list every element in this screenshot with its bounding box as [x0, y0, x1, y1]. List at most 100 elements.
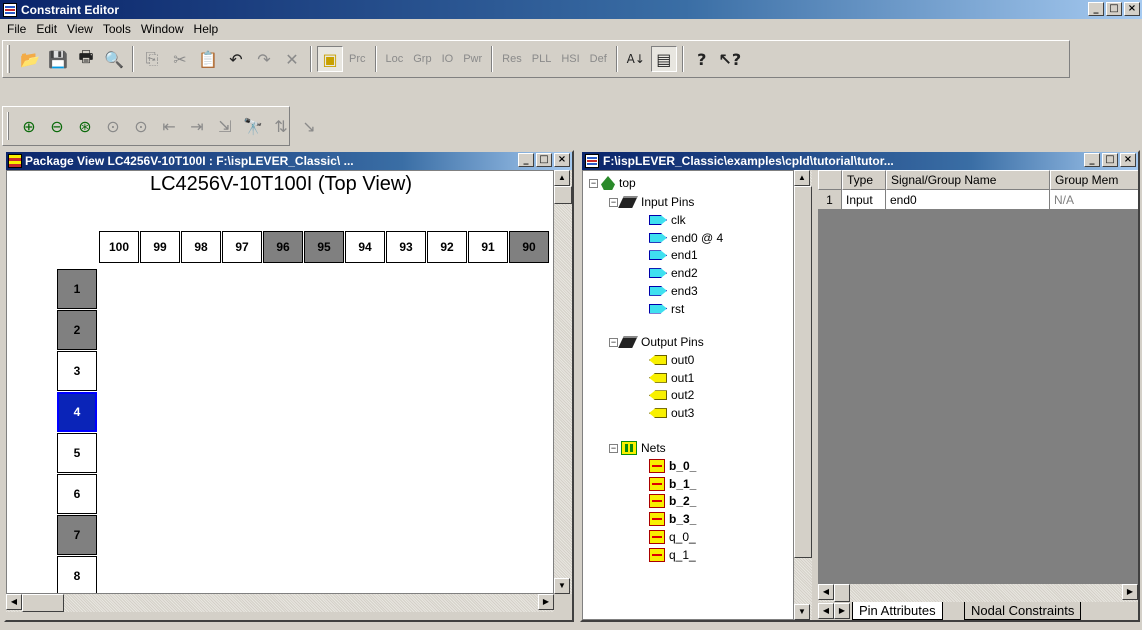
context-help-icon[interactable]: ↖?: [717, 46, 743, 72]
zoom-select-icon[interactable]: ⊙: [128, 113, 154, 139]
tree-item[interactable]: out2: [649, 386, 694, 404]
tree-item[interactable]: out3: [649, 404, 694, 422]
package-pin[interactable]: 97: [222, 231, 262, 263]
package-hscrollbar[interactable]: ◀ ▶: [6, 594, 554, 612]
package-pin[interactable]: 4: [57, 392, 97, 432]
pan-icon[interactable]: ⇲: [212, 113, 238, 139]
resize-grip[interactable]: [554, 594, 572, 612]
tree-item[interactable]: end0 @ 4: [649, 229, 723, 247]
scroll-thumb[interactable]: [834, 584, 850, 602]
scroll-down-arrow[interactable]: ▼: [554, 578, 570, 594]
maximize-button[interactable]: □: [536, 153, 552, 167]
scroll-up-arrow[interactable]: ▲: [794, 170, 810, 186]
assign-icon[interactable]: ⇅: [268, 113, 294, 139]
signal-tree[interactable]: − top − Input Pins clk end0 @ 4 end1 end2 en…: [582, 170, 794, 620]
tree-vscrollbar[interactable]: ▲ ▼: [794, 170, 812, 620]
grid-column-header[interactable]: Group Mem: [1050, 170, 1138, 190]
tree-output-pins[interactable]: − Output Pins: [609, 333, 704, 351]
grp-button[interactable]: Grp: [408, 53, 436, 65]
hsi-button[interactable]: HSI: [556, 53, 584, 65]
prev-pin-icon[interactable]: ⇤: [156, 113, 182, 139]
zoom-out-icon[interactable]: ⊖: [44, 113, 70, 139]
package-pin[interactable]: 8: [57, 556, 97, 593]
tree-item[interactable]: end2: [649, 264, 698, 282]
zoom-in-icon[interactable]: ⊕: [16, 113, 42, 139]
scroll-left-arrow[interactable]: ◀: [818, 584, 834, 600]
package-pin[interactable]: 3: [57, 351, 97, 391]
package-pin[interactable]: 91: [468, 231, 508, 263]
package-pin[interactable]: 95: [304, 231, 344, 263]
toolbar-grip[interactable]: [7, 45, 10, 73]
grid-cell[interactable]: end0: [886, 190, 1050, 210]
grid-cell[interactable]: N/A: [1050, 190, 1138, 210]
tree-item[interactable]: q_1_: [649, 546, 696, 564]
package-pin[interactable]: 94: [345, 231, 385, 263]
tree-root[interactable]: − top: [589, 174, 636, 192]
scroll-right-arrow[interactable]: ▶: [1122, 584, 1138, 600]
io-button[interactable]: IO: [437, 53, 459, 65]
tree-item[interactable]: out0: [649, 351, 694, 369]
next-pin-icon[interactable]: ⇥: [184, 113, 210, 139]
package-pin[interactable]: 99: [140, 231, 180, 263]
grid-column-header[interactable]: Signal/Group Name: [886, 170, 1050, 190]
menu-tools[interactable]: Tools: [98, 22, 136, 36]
close-button[interactable]: ×: [1120, 153, 1136, 167]
minimize-button[interactable]: _: [1084, 153, 1100, 167]
package-pin[interactable]: 92: [427, 231, 467, 263]
package-pin[interactable]: 96: [263, 231, 303, 263]
package-pin[interactable]: 100: [99, 231, 139, 263]
tree-item[interactable]: clk: [649, 211, 686, 229]
pin-view-icon[interactable]: ▣: [317, 46, 343, 72]
minimize-button[interactable]: _: [1088, 2, 1104, 16]
grid-row-header[interactable]: 1: [818, 190, 842, 210]
scroll-thumb[interactable]: [554, 186, 572, 204]
close-button[interactable]: ×: [1124, 2, 1140, 16]
pll-button[interactable]: PLL: [527, 53, 557, 65]
scroll-down-arrow[interactable]: ▼: [794, 604, 810, 620]
tab-next-arrow[interactable]: ▶: [834, 603, 850, 619]
tree-item[interactable]: b_1_: [649, 475, 696, 493]
toolbar-grip[interactable]: [7, 112, 9, 140]
pwr-button[interactable]: Pwr: [458, 53, 487, 65]
def-button[interactable]: Def: [585, 53, 612, 65]
collapse-icon[interactable]: −: [609, 197, 618, 207]
grid-cell[interactable]: Input: [842, 190, 886, 210]
maximize-button[interactable]: □: [1106, 2, 1122, 16]
scroll-up-arrow[interactable]: ▲: [554, 170, 570, 186]
package-pin[interactable]: 98: [181, 231, 221, 263]
collapse-icon[interactable]: −: [609, 337, 618, 347]
print-icon[interactable]: 🖶: [73, 46, 99, 72]
grid-column-header[interactable]: Type: [842, 170, 886, 190]
attribute-grid[interactable]: Type Signal/Group Name Group Mem 1 Input end…: [818, 170, 1138, 584]
scroll-left-arrow[interactable]: ◀: [6, 594, 22, 610]
package-pin[interactable]: 7: [57, 515, 97, 555]
help-icon[interactable]: ?: [689, 46, 715, 72]
tree-item[interactable]: b_3_: [649, 510, 696, 528]
package-pin[interactable]: 6: [57, 474, 97, 514]
copy-icon[interactable]: ⎘: [139, 46, 165, 72]
tab-nodal-constraints[interactable]: Nodal Constraints: [964, 602, 1082, 620]
find-icon[interactable]: 🔭: [240, 113, 266, 139]
tree-item[interactable]: b_2_: [649, 492, 696, 510]
save-icon[interactable]: 💾: [45, 46, 71, 72]
tree-item[interactable]: end3: [649, 282, 698, 300]
zoom-fit-icon[interactable]: ⊛: [72, 113, 98, 139]
menu-file[interactable]: File: [2, 22, 31, 36]
undo-icon[interactable]: ↶: [223, 46, 249, 72]
menu-window[interactable]: Window: [136, 22, 189, 36]
tree-input-pins[interactable]: − Input Pins: [609, 193, 694, 211]
package-pin[interactable]: 1: [57, 269, 97, 309]
redo-icon[interactable]: ↷: [251, 46, 277, 72]
tree-item[interactable]: rst: [649, 300, 684, 318]
zoom-area-icon[interactable]: ⊙: [100, 113, 126, 139]
open-icon[interactable]: 📂: [17, 46, 43, 72]
paste-icon[interactable]: 📋: [195, 46, 221, 72]
grid-hscrollbar[interactable]: ◀ ▶: [818, 584, 1138, 602]
package-pin[interactable]: 5: [57, 433, 97, 473]
tree-nets[interactable]: − Nets: [609, 439, 666, 457]
res-button[interactable]: Res: [497, 53, 527, 65]
tree-item[interactable]: q_0_: [649, 528, 696, 546]
collapse-icon[interactable]: −: [589, 178, 598, 188]
scroll-right-arrow[interactable]: ▶: [538, 594, 554, 610]
prc-button[interactable]: Prc: [344, 53, 371, 65]
